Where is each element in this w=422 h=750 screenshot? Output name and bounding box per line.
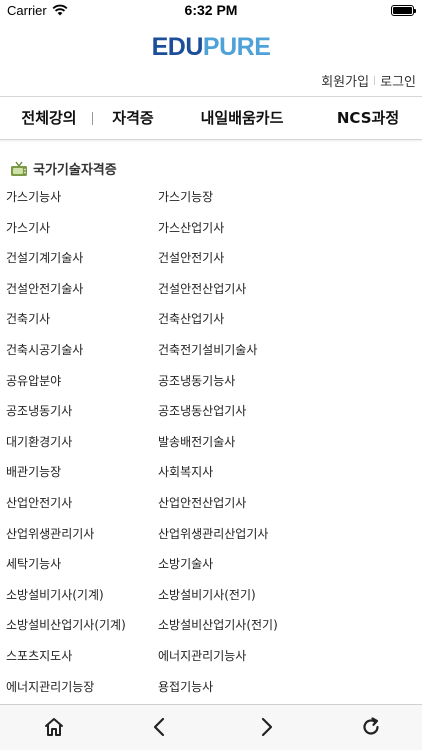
course-link[interactable]: 건축산업기사 bbox=[158, 304, 224, 334]
list-item-row: 소방설비기사(기계) 소방설비기사(전기) bbox=[0, 580, 422, 611]
status-bar: Carrier 6:32 PM bbox=[0, 0, 422, 22]
course-link[interactable]: 건축전기설비기술사 bbox=[158, 335, 257, 365]
course-link[interactable]: 산업위생관리산업기사 bbox=[158, 519, 268, 549]
status-time: 6:32 PM bbox=[184, 2, 238, 18]
section-header: 국가기술자격증 bbox=[10, 159, 117, 178]
course-link[interactable]: 소방설비산업기사(기계) bbox=[6, 610, 126, 640]
list-item-row: 건축기사 건축산업기사 bbox=[0, 304, 422, 335]
course-link[interactable]: 건설안전기사 bbox=[158, 243, 224, 273]
course-link[interactable]: 소방설비기사(전기) bbox=[158, 580, 256, 610]
tv-icon bbox=[11, 161, 27, 176]
auth-links: 회원가입 | 로그인 bbox=[321, 71, 416, 90]
bottom-toolbar bbox=[0, 704, 422, 750]
logo-pure: PURE bbox=[202, 33, 271, 61]
forward-icon bbox=[261, 717, 273, 737]
list-item-row: 가스기사 가스산업기사 bbox=[0, 213, 422, 244]
course-link[interactable]: 가스기사 bbox=[6, 213, 50, 243]
course-link[interactable]: 공유압분야 bbox=[6, 366, 61, 396]
course-link[interactable]: 건축기사 bbox=[6, 304, 50, 334]
battery-icon bbox=[391, 5, 416, 16]
list-item-row: 건설기계기술사 건설안전기사 bbox=[0, 243, 422, 274]
tab-naeil-card[interactable]: 내일배움카드 bbox=[176, 97, 308, 139]
course-link[interactable]: 에너지관리기능장 bbox=[6, 672, 94, 702]
course-link[interactable]: 사회복지사 bbox=[158, 457, 213, 487]
list-item-row: 에너지관리기능장 용접기능사 bbox=[0, 672, 422, 703]
course-link[interactable]: 산업안전산업기사 bbox=[158, 488, 246, 518]
logo-edu: EDU bbox=[151, 33, 204, 61]
list-item-row: 공조냉동기사 공조냉동산업기사 bbox=[0, 396, 422, 427]
list-item-row: 건설안전기술사 건설안전산업기사 bbox=[0, 274, 422, 305]
login-link[interactable]: 로그인 bbox=[380, 71, 416, 90]
course-link[interactable]: 대기환경기사 bbox=[6, 427, 72, 457]
battery-level bbox=[393, 7, 412, 14]
course-link[interactable]: 에너지관리기능사 bbox=[158, 641, 246, 671]
forward-button[interactable] bbox=[253, 714, 279, 740]
list-item-row: 공유압분야 공조냉동기능사 bbox=[0, 366, 422, 397]
course-link[interactable]: 용접기능사 bbox=[158, 672, 213, 702]
course-link[interactable]: 소방설비기사(기계) bbox=[6, 580, 104, 610]
course-link[interactable]: 스포츠지도사 bbox=[6, 641, 72, 671]
back-icon bbox=[153, 717, 165, 737]
signup-link[interactable]: 회원가입 bbox=[321, 71, 369, 90]
tab-certificates[interactable]: 자격증 bbox=[96, 97, 170, 139]
tab-divider bbox=[92, 112, 93, 125]
list-item-row: 산업안전기사 산업안전산업기사 bbox=[0, 488, 422, 519]
course-link[interactable]: 산업위생관리기사 bbox=[6, 519, 94, 549]
course-link[interactable]: 발송배전기술사 bbox=[158, 427, 235, 457]
tab-ncs[interactable]: NCS과정 bbox=[322, 97, 414, 139]
section-title: 국가기술자격증 bbox=[33, 163, 117, 178]
list-item-row: 스포츠지도사 에너지관리기능사 bbox=[0, 641, 422, 672]
course-list: 가스기능사 가스기능장 가스기사 가스산업기사 건설기계기술사 건설안전기사 건설안전… bbox=[0, 182, 422, 702]
course-link[interactable]: 가스기능사 bbox=[6, 182, 61, 212]
course-link[interactable]: 공조냉동기능사 bbox=[158, 366, 235, 396]
course-link[interactable]: 가스기능장 bbox=[158, 182, 213, 212]
back-button[interactable] bbox=[147, 714, 173, 740]
list-item-row: 대기환경기사 발송배전기술사 bbox=[0, 427, 422, 458]
list-item-row: 건축시공기술사 건축전기설비기술사 bbox=[0, 335, 422, 366]
course-link[interactable]: 소방설비산업기사(전기) bbox=[158, 610, 278, 640]
course-link[interactable]: 산업안전기사 bbox=[6, 488, 72, 518]
course-link[interactable]: 배관기능장 bbox=[6, 457, 61, 487]
course-link[interactable]: 공조냉동기사 bbox=[6, 396, 72, 426]
home-button[interactable] bbox=[41, 714, 67, 740]
refresh-button[interactable] bbox=[358, 714, 384, 740]
course-link[interactable]: 소방기술사 bbox=[158, 549, 213, 579]
course-link[interactable]: 공조냉동산업기사 bbox=[158, 396, 246, 426]
list-item-row: 소방설비산업기사(기계) 소방설비산업기사(전기) bbox=[0, 610, 422, 641]
site-logo[interactable]: EDUPURE bbox=[0, 33, 422, 62]
course-link[interactable]: 가스산업기사 bbox=[158, 213, 224, 243]
course-link[interactable]: 건설안전기술사 bbox=[6, 274, 83, 304]
main-nav: 전체강의 자격증 내일배움카드 NCS과정 bbox=[0, 96, 422, 140]
course-link[interactable]: 건축시공기술사 bbox=[6, 335, 83, 365]
list-item-row: 산업위생관리기사 산업위생관리산업기사 bbox=[0, 519, 422, 550]
list-item-row: 배관기능장 사회복지사 bbox=[0, 457, 422, 488]
course-link[interactable]: 건설안전산업기사 bbox=[158, 274, 246, 304]
course-link[interactable]: 건설기계기술사 bbox=[6, 243, 83, 273]
list-item-row: 가스기능사 가스기능장 bbox=[0, 182, 422, 213]
tab-all-courses[interactable]: 전체강의 bbox=[8, 97, 90, 139]
course-link[interactable]: 세탁기능사 bbox=[6, 549, 61, 579]
refresh-icon bbox=[363, 717, 379, 735]
home-icon bbox=[45, 718, 63, 736]
auth-separator: | bbox=[373, 75, 377, 86]
battery-cap bbox=[414, 9, 416, 13]
list-item-row: 세탁기능사 소방기술사 bbox=[0, 549, 422, 580]
